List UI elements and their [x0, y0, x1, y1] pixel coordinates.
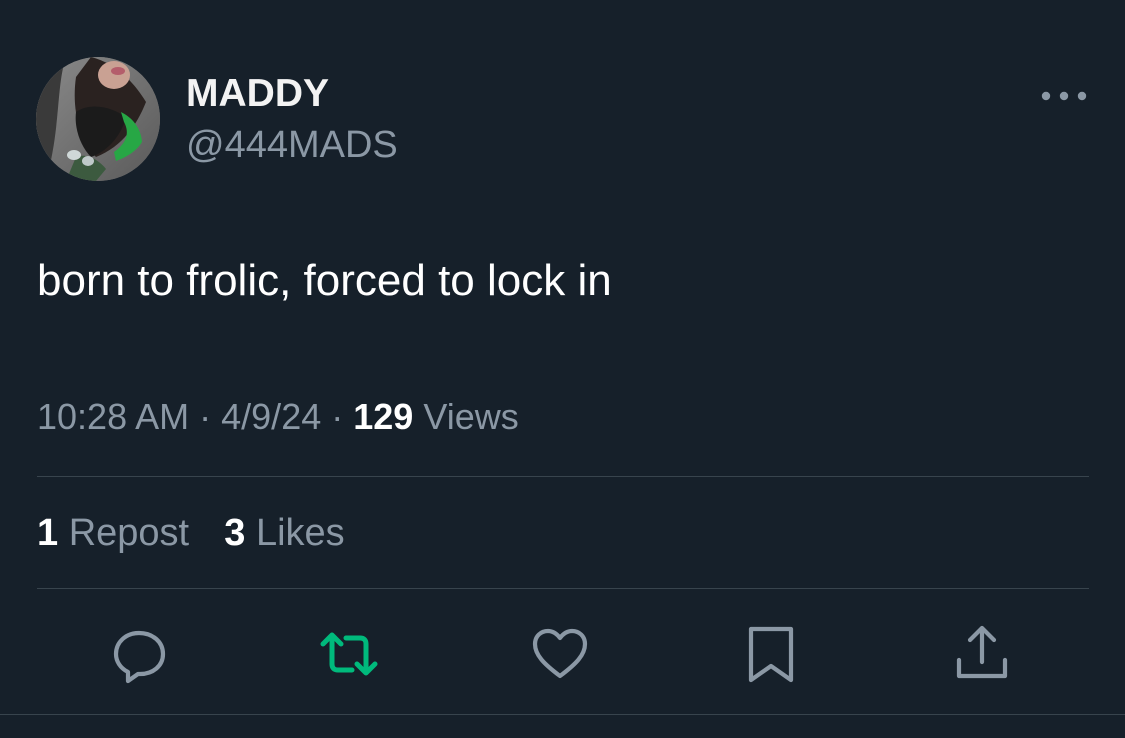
share-button[interactable]: [952, 624, 1012, 684]
like-button[interactable]: [530, 624, 590, 684]
reply-button[interactable]: [110, 624, 170, 684]
tweet-date[interactable]: 4/9/24: [221, 396, 321, 437]
meta-separator: ·: [331, 396, 344, 437]
meta-separator: ·: [199, 396, 212, 437]
tweet-meta: 10:28 AM · 4/9/24 · 129 Views: [37, 396, 519, 438]
reposts-count: 1: [37, 512, 59, 554]
share-upload-icon: [956, 625, 1008, 679]
engagement-stats: 1 Repost 3 Likes: [37, 512, 345, 555]
profile-photo: [36, 57, 160, 181]
divider: [37, 476, 1089, 477]
author-display-name[interactable]: MADDY: [186, 72, 329, 116]
divider: [0, 714, 1125, 715]
likes-label: Likes: [255, 512, 345, 554]
more-options-button[interactable]: [1036, 80, 1092, 112]
likes-count: 3: [224, 512, 246, 554]
reposts-stat[interactable]: 1 Repost: [37, 512, 200, 554]
divider: [37, 588, 1089, 589]
bookmark-button[interactable]: [741, 624, 801, 684]
views-label: Views: [423, 396, 519, 437]
likes-stat[interactable]: 3 Likes: [224, 512, 344, 554]
tweet-text: born to frolic, forced to lock in: [37, 256, 612, 305]
avatar[interactable]: [36, 57, 160, 181]
reposts-label: Repost: [68, 512, 190, 554]
author-handle[interactable]: @444MADS: [186, 124, 398, 167]
more-horizontal-icon: [1041, 91, 1087, 101]
bookmark-icon: [748, 626, 794, 683]
repost-button[interactable]: [319, 624, 379, 684]
heart-icon: [532, 628, 588, 679]
repost-arrows-icon: [320, 632, 378, 676]
tweet-time[interactable]: 10:28 AM: [37, 396, 189, 437]
views-count: 129: [353, 396, 414, 437]
reply-bubble-icon: [113, 630, 166, 684]
